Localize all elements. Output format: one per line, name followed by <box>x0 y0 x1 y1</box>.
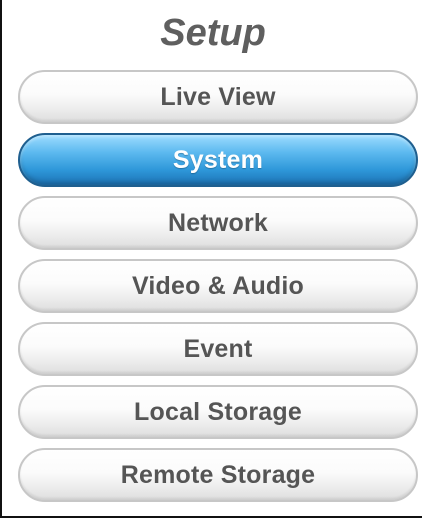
menu-item-label: System <box>172 145 264 174</box>
menu-item-system[interactable]: System <box>18 133 418 187</box>
menu-item-label: Network <box>167 208 269 237</box>
page-title: Setup <box>160 12 266 54</box>
menu-item-label: Local Storage <box>134 397 302 426</box>
menu-item-network[interactable]: Network <box>18 196 418 250</box>
setup-menu: Live View System Network Video & Audio E… <box>18 70 418 511</box>
menu-item-live-view[interactable]: Live View <box>18 70 418 124</box>
setup-panel: Setup Live View System Network Video & A… <box>0 0 422 518</box>
menu-item-label: Remote Storage <box>120 460 316 489</box>
menu-item-label: Video & Audio <box>131 271 305 300</box>
menu-item-remote-storage[interactable]: Remote Storage <box>18 448 418 502</box>
menu-item-local-storage[interactable]: Local Storage <box>18 385 418 439</box>
menu-item-label: Live View <box>160 82 276 111</box>
menu-item-event[interactable]: Event <box>18 322 418 376</box>
menu-item-label: Event <box>183 334 253 363</box>
menu-item-video-audio[interactable]: Video & Audio <box>18 259 418 313</box>
